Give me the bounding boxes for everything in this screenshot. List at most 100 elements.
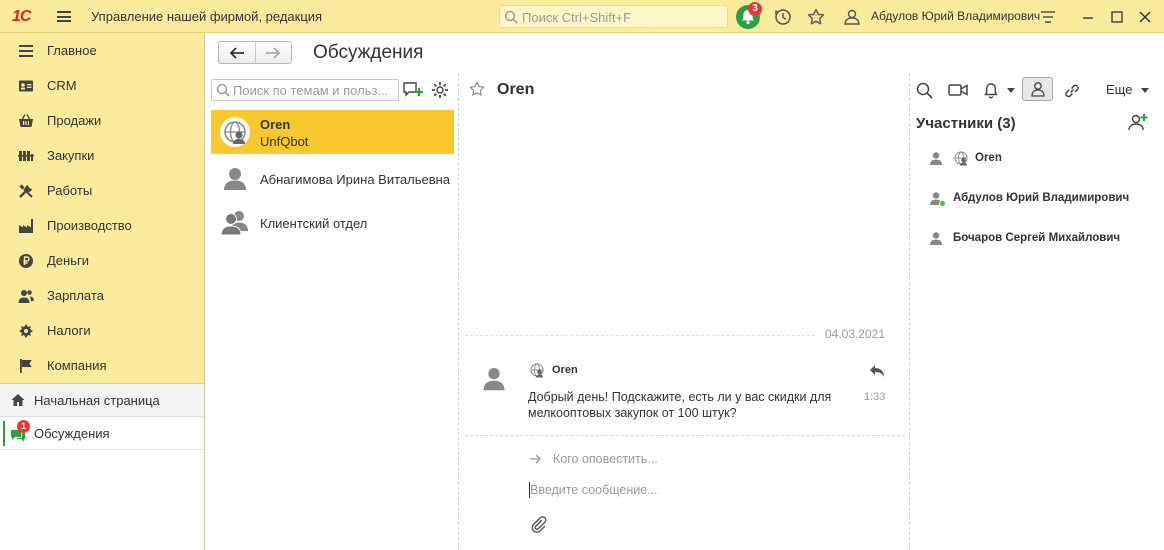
thread-item-client-dept[interactable]: Клиентский отдел bbox=[211, 202, 454, 242]
sidebar-item-label: Зарплата bbox=[47, 288, 104, 303]
video-camera-icon[interactable] bbox=[948, 83, 968, 97]
user-icon[interactable] bbox=[842, 7, 862, 27]
user-avatar-icon bbox=[930, 152, 942, 165]
global-search-placeholder: Поиск Ctrl+Shift+F bbox=[522, 10, 631, 25]
close-icon[interactable] bbox=[1138, 10, 1152, 24]
paperclip-icon[interactable] bbox=[530, 515, 548, 533]
bot-avatar-icon bbox=[220, 117, 250, 147]
reply-icon[interactable] bbox=[869, 364, 885, 378]
participant-item[interactable]: Бочаров Сергей Михайлович bbox=[928, 229, 1158, 249]
sidebar-item-works[interactable]: Работы bbox=[0, 173, 204, 208]
sidebar-item-main[interactable]: Главное bbox=[0, 33, 204, 68]
app-title: Управление нашей фирмой, редакция bbox=[91, 9, 323, 24]
chat-title: Oren bbox=[497, 81, 535, 98]
sidebar-item-label: Налоги bbox=[47, 323, 91, 338]
settings-menu-icon[interactable] bbox=[1038, 7, 1058, 27]
sidebar-item-label: Работы bbox=[47, 183, 93, 198]
participant-name: Абдулов Юрий Владимирович bbox=[953, 192, 1130, 204]
message-author: Oren bbox=[552, 364, 578, 376]
favorites-star-icon[interactable] bbox=[806, 7, 826, 27]
add-participant-icon[interactable] bbox=[1128, 113, 1148, 131]
sidebar-item-label: Деньги bbox=[47, 253, 89, 268]
page-title: Обсуждения bbox=[313, 42, 424, 63]
notify-recipients-input[interactable]: Кого оповестить... bbox=[553, 452, 658, 466]
open-pages-panel: Начальная страница 1 Обсуждения bbox=[0, 383, 204, 550]
sidebar-item-company[interactable]: Компания bbox=[0, 348, 204, 383]
participant-item[interactable]: Oren bbox=[928, 149, 1158, 169]
online-status-dot bbox=[939, 200, 946, 207]
participants-title: Участники (3) bbox=[916, 115, 1016, 132]
user-avatar-icon bbox=[224, 168, 246, 190]
history-icon[interactable] bbox=[773, 7, 793, 27]
notification-bell-icon[interactable] bbox=[982, 82, 1000, 100]
sidebar-item-production[interactable]: Производство bbox=[0, 208, 204, 243]
contact-card-icon bbox=[19, 80, 33, 92]
message-time: 1:33 bbox=[864, 391, 886, 403]
ruble-coin-icon bbox=[19, 254, 33, 268]
menu-lines-icon bbox=[19, 45, 33, 57]
sidebar-item-crm[interactable]: CRM bbox=[0, 68, 204, 103]
bot-icon bbox=[530, 363, 544, 378]
notifications-badge: 3 bbox=[748, 2, 762, 16]
home-icon bbox=[11, 394, 25, 406]
main-menu-icon[interactable] bbox=[57, 11, 71, 22]
arrow-right-icon bbox=[530, 454, 541, 464]
thread-title: Клиентский отдел bbox=[260, 216, 368, 231]
link-icon[interactable] bbox=[1063, 82, 1081, 100]
participants-panel: Участники (3) Oren Абдулов Юрий Владимир… bbox=[910, 107, 1164, 550]
home-page-label: Начальная страница bbox=[34, 393, 160, 408]
chevron-down-icon[interactable] bbox=[1141, 88, 1149, 93]
basket-icon bbox=[19, 114, 33, 127]
home-page-link[interactable]: Начальная страница bbox=[0, 384, 204, 417]
search-icon[interactable] bbox=[916, 82, 933, 99]
thread-item-abnagimova[interactable]: Абнагимова Ирина Витальевна bbox=[211, 158, 454, 198]
people-icon bbox=[18, 290, 34, 303]
gear-icon[interactable] bbox=[431, 81, 449, 99]
sidebar-item-label: Продажи bbox=[47, 113, 102, 128]
forward-arrow-icon[interactable] bbox=[265, 46, 281, 60]
chevron-down-icon[interactable] bbox=[1007, 88, 1015, 93]
nav-arrows bbox=[218, 41, 292, 64]
bot-icon bbox=[954, 151, 968, 166]
sidebar-item-label: Закупки bbox=[47, 148, 95, 163]
sections-sidebar: Главное CRM Продажи Закупки Работы Произ… bbox=[0, 33, 205, 550]
discussions-link[interactable]: 1 Обсуждения bbox=[0, 417, 204, 450]
thread-search-placeholder: Поиск по темам и польз... bbox=[233, 83, 389, 98]
tools-icon bbox=[19, 184, 33, 198]
new-discussion-icon[interactable] bbox=[403, 81, 423, 99]
participant-name: Бочаров Сергей Михайлович bbox=[953, 232, 1121, 244]
title-bar: 1С Управление нашей фирмой, редакция Пои… bbox=[0, 0, 1164, 33]
group-avatar-icon bbox=[220, 211, 248, 236]
chat-toolbar: Еще bbox=[910, 73, 1164, 107]
minimize-icon[interactable] bbox=[1081, 10, 1095, 24]
thread-subtitle: UnfQbot bbox=[260, 134, 309, 149]
discussions-label: Обсуждения bbox=[34, 426, 110, 441]
discussions-badge: 1 bbox=[17, 420, 30, 433]
global-search-input[interactable]: Поиск Ctrl+Shift+F bbox=[499, 5, 728, 28]
sidebar-item-sales[interactable]: Продажи bbox=[0, 103, 204, 138]
chat-panel: Oren 04.03.2021 Oren Добрый день! Подска… bbox=[460, 73, 910, 550]
maximize-icon[interactable] bbox=[1110, 10, 1124, 24]
app-logo[interactable]: 1С bbox=[12, 8, 31, 26]
back-arrow-icon[interactable] bbox=[229, 46, 245, 60]
sidebar-item-money[interactable]: Деньги bbox=[0, 243, 204, 278]
user-avatar-icon bbox=[930, 232, 942, 245]
thread-title: Абнагимова Ирина Витальевна bbox=[260, 172, 451, 187]
sidebar-item-taxes[interactable]: Налоги bbox=[0, 313, 204, 348]
message-input[interactable]: Введите сообщение... bbox=[530, 483, 658, 497]
thread-search-input[interactable]: Поиск по темам и польз... bbox=[211, 79, 399, 101]
more-button[interactable]: Еще bbox=[1106, 82, 1132, 97]
thread-item-oren[interactable]: Oren UnfQbot bbox=[211, 110, 454, 154]
sidebar-item-label: Компания bbox=[47, 358, 107, 373]
favorite-star-icon[interactable] bbox=[468, 80, 486, 98]
person-icon bbox=[1031, 82, 1045, 97]
participants-toggle-button[interactable] bbox=[1022, 77, 1053, 101]
sidebar-item-label: Главное bbox=[47, 43, 97, 58]
thread-title: Oren bbox=[260, 117, 291, 132]
participant-item[interactable]: Абдулов Юрий Владимирович bbox=[928, 189, 1158, 209]
page-header: Обсуждения bbox=[206, 33, 1164, 73]
sidebar-item-purchases[interactable]: Закупки bbox=[0, 138, 204, 173]
sidebar-item-salary[interactable]: Зарплата bbox=[0, 278, 204, 313]
factory-icon bbox=[19, 219, 33, 233]
current-user-name[interactable]: Абдулов Юрий Владимирович bbox=[871, 9, 1040, 23]
